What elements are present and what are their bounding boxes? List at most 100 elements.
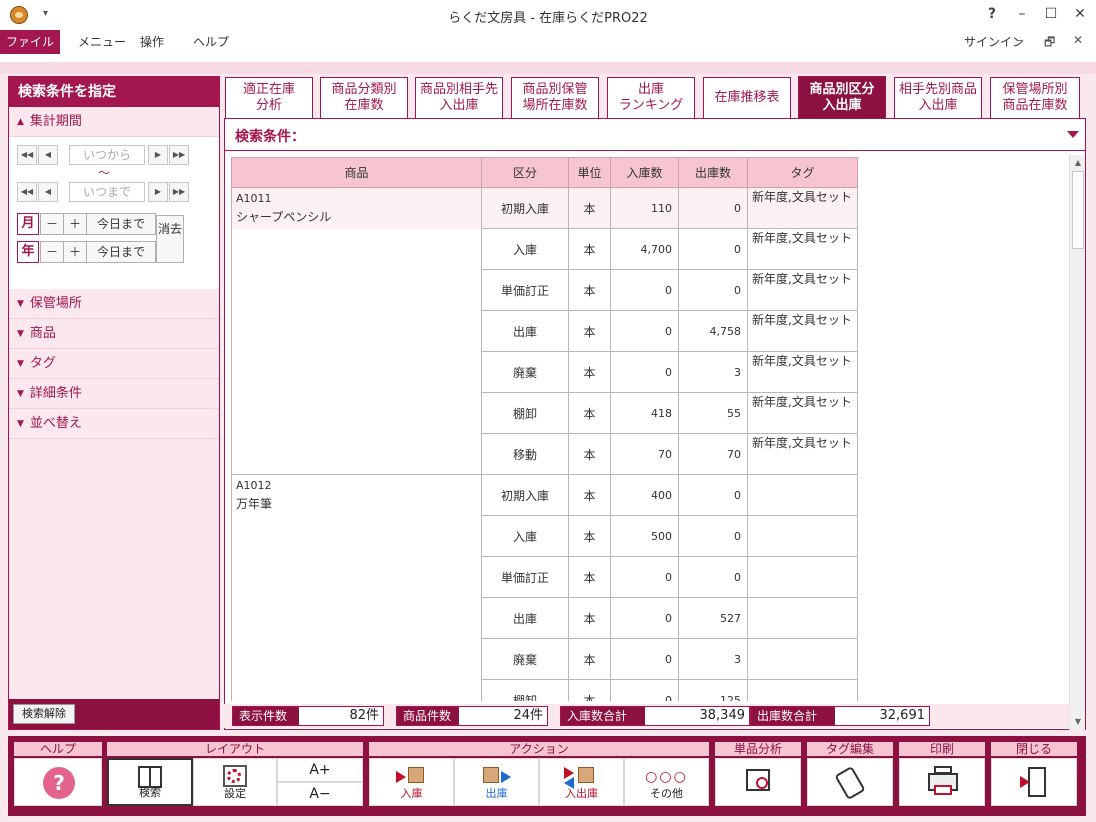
tab-partner-inout[interactable]: 商品別相手先 入出庫 — [415, 77, 503, 118]
section-period-label: 集計期間 — [29, 114, 82, 129]
layout-settings-label: 設定 — [224, 787, 246, 800]
next-icon[interactable]: ▶ — [148, 182, 168, 202]
from-date-input[interactable]: いつから — [69, 145, 145, 165]
stock-in-button[interactable]: 入庫 — [369, 758, 454, 806]
layout-settings-button[interactable]: 設定 — [193, 758, 277, 806]
reset-search-button[interactable]: 検索解除 — [13, 704, 75, 724]
first-prev-icon[interactable]: ◀◀ — [17, 145, 37, 165]
tab-location-product-stock[interactable]: 保管場所別 商品在庫数 — [990, 77, 1080, 118]
in-qty-cell: 0 — [610, 556, 679, 598]
section-detail[interactable]: ▼ 詳細条件 — [9, 379, 219, 409]
tag-cell: 新年度,文具セット — [747, 269, 858, 311]
next-icon[interactable]: ▶ — [148, 145, 168, 165]
month-minus-button[interactable]: － — [40, 213, 64, 235]
group-close: 閉じる — [991, 742, 1077, 810]
section-label: 詳細条件 — [29, 386, 82, 401]
to-date-input[interactable]: いつまで — [69, 182, 145, 202]
menu-file[interactable]: ファイル — [0, 30, 60, 54]
tab-shipping-ranking[interactable]: 出庫 ランキング — [607, 77, 695, 118]
tab-partner-product-inout[interactable]: 相手先別商品 入出庫 — [894, 77, 982, 118]
stock-out-label: 出庫 — [485, 787, 508, 800]
tag-cell — [747, 515, 858, 557]
tag-cell: 新年度,文具セット — [747, 187, 858, 229]
question-icon: ? — [43, 767, 75, 799]
menu-help[interactable]: ヘルプ — [181, 30, 241, 54]
prev-icon[interactable]: ◀ — [38, 182, 58, 202]
tag-icon — [834, 765, 866, 801]
print-button[interactable] — [899, 758, 985, 806]
scroll-up-icon[interactable]: ▲ — [1072, 157, 1084, 169]
group-action-title: アクション — [369, 742, 709, 756]
font-up-button[interactable]: A+ — [277, 758, 363, 782]
sub-restore-button[interactable]: 🗗 — [1044, 33, 1055, 54]
product-code: A1011 — [236, 192, 272, 205]
help-button[interactable]: ? — [14, 758, 102, 806]
category-cell: 出庫 — [481, 597, 569, 639]
first-prev-icon[interactable]: ◀◀ — [17, 182, 37, 202]
tag-edit-button[interactable] — [807, 758, 893, 806]
tab-optimal-stock[interactable]: 適正在庫 分析 — [225, 77, 313, 118]
header-in-qty[interactable]: 入庫数 — [610, 157, 679, 188]
year-minus-button[interactable]: － — [40, 241, 64, 263]
month-today-button[interactable]: 今日まで — [86, 213, 156, 235]
table-row[interactable]: A1011 シャープペンシル 初期入庫本 110 0 新年度,文具セット — [231, 187, 858, 475]
group-close-title: 閉じる — [991, 742, 1077, 756]
product-cell[interactable]: A1012 万年筆 — [231, 474, 482, 701]
unit-cell: 本 — [568, 269, 611, 311]
maximize-button[interactable]: ☐ — [1041, 6, 1061, 22]
header-out-qty[interactable]: 出庫数 — [678, 157, 748, 188]
section-label: タグ — [29, 356, 56, 371]
clear-period-button[interactable]: 消去 — [156, 215, 184, 263]
display-count-value: 82件 — [349, 708, 379, 723]
expand-triangle-icon: ▼ — [17, 329, 24, 339]
sub-close-button[interactable]: ✕ — [1073, 33, 1083, 47]
help-icon[interactable]: ? — [982, 6, 1002, 22]
section-tag[interactable]: ▼ タグ — [9, 349, 219, 379]
header-tag[interactable]: タグ — [747, 157, 858, 188]
signin-link[interactable]: サインイン — [964, 33, 1024, 50]
last-next-icon[interactable]: ▶▶ — [169, 145, 189, 165]
section-period[interactable]: ▲ 集計期間 — [9, 107, 219, 137]
single-analysis-button[interactable] — [715, 758, 801, 806]
year-plus-button[interactable]: ＋ — [63, 241, 87, 263]
tab-stock-trend[interactable]: 在庫推移表 — [703, 77, 791, 118]
last-next-icon[interactable]: ▶▶ — [169, 182, 189, 202]
other-action-button[interactable]: ○○○ その他 — [624, 758, 709, 806]
dropdown-triangle-icon[interactable] — [1067, 131, 1079, 138]
scroll-thumb[interactable] — [1072, 171, 1084, 249]
table-row[interactable]: A1012 万年筆 初期入庫本 400 0 — [231, 474, 858, 701]
search-condition-panel: 検索条件を指定 ▲ 集計期間 ◀◀ ◀ いつから ▶ ▶▶ ～ ◀◀ ◀ いつまで… — [8, 76, 220, 730]
section-sort[interactable]: ▼ 並べ替え — [9, 409, 219, 439]
out-qty-cell: 0 — [678, 187, 748, 229]
minimize-button[interactable]: – — [1012, 6, 1032, 22]
category-cell: 単価訂正 — [481, 269, 569, 311]
close-view-button[interactable] — [991, 758, 1077, 806]
vertical-scrollbar[interactable]: ▲ ▼ — [1069, 155, 1085, 730]
search-condition-bar[interactable]: 検索条件： — [225, 119, 1085, 151]
in-qty-cell: 0 — [610, 679, 679, 701]
year-today-button[interactable]: 今日まで — [86, 241, 156, 263]
menu-operation[interactable]: 操作 — [128, 30, 176, 54]
section-product[interactable]: ▼ 商品 — [9, 319, 219, 349]
header-unit[interactable]: 単位 — [568, 157, 611, 188]
report-table-area: 商品 区分 単位 入庫数 出庫数 タグ A1011 シャープペンシル 初期入庫本 11… — [231, 157, 1069, 701]
scroll-down-icon[interactable]: ▼ — [1072, 716, 1084, 728]
tab-category-inout[interactable]: 商品別区分 入出庫 — [798, 76, 886, 118]
font-down-button[interactable]: A− — [277, 782, 363, 806]
layout-search-button[interactable]: 検索 — [107, 758, 193, 806]
sub-minimize-button[interactable]: – — [1016, 33, 1022, 47]
header-product[interactable]: 商品 — [231, 157, 482, 188]
prev-icon[interactable]: ◀ — [38, 145, 58, 165]
unit-cell: 本 — [568, 433, 611, 475]
product-cell[interactable]: A1011 シャープペンシル — [231, 187, 482, 475]
in-arrow-icon — [396, 771, 406, 783]
month-plus-button[interactable]: ＋ — [63, 213, 87, 235]
header-category[interactable]: 区分 — [481, 157, 569, 188]
tab-category-stock[interactable]: 商品分類別 在庫数 — [320, 77, 408, 118]
close-button[interactable]: ✕ — [1070, 6, 1090, 22]
section-location[interactable]: ▼ 保管場所 — [9, 289, 219, 319]
panel-footer: 検索解除 — [9, 699, 219, 729]
tab-location-stock[interactable]: 商品別保管 場所在庫数 — [511, 77, 599, 118]
stock-inout-button[interactable]: 入出庫 — [539, 758, 624, 806]
stock-out-button[interactable]: 出庫 — [454, 758, 539, 806]
